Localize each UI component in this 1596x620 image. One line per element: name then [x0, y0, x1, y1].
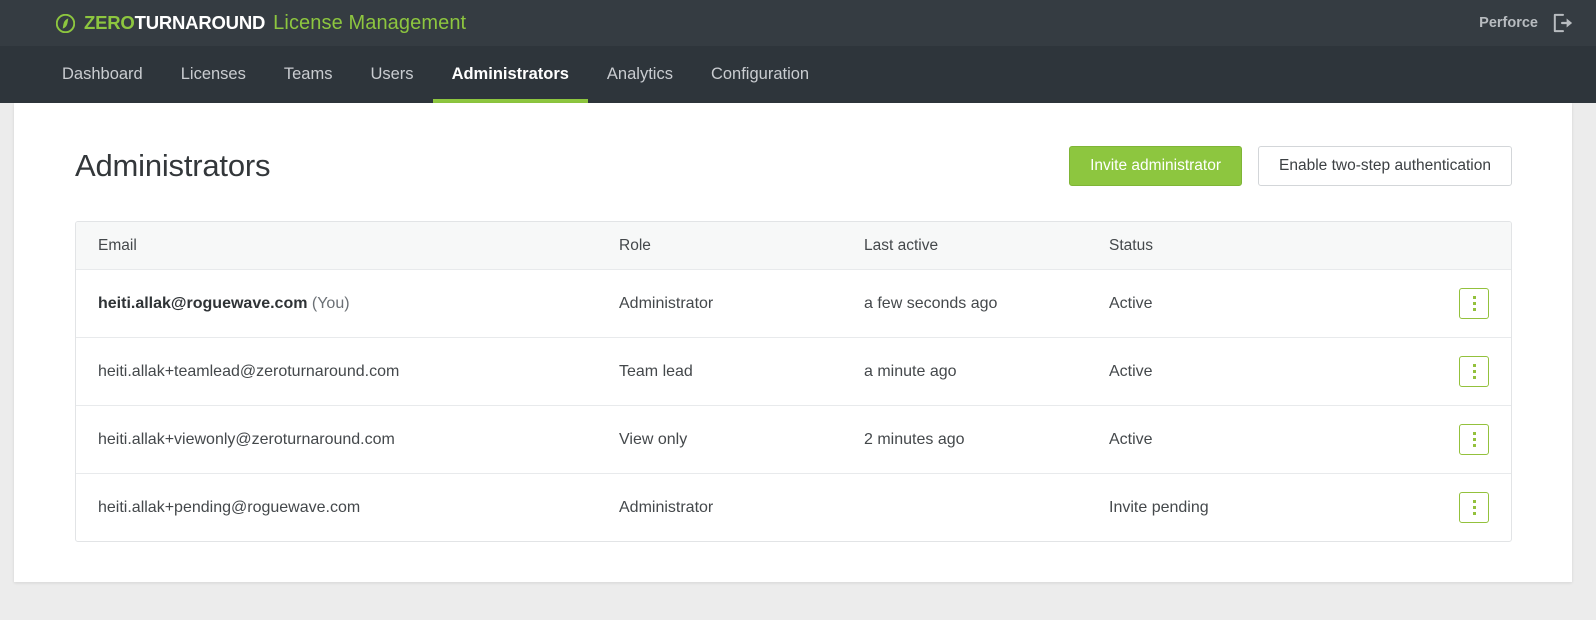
app-title: License Management	[273, 11, 467, 34]
column-header-last-active: Last active	[864, 236, 939, 254]
column-header-role: Role	[619, 236, 651, 254]
administrators-table: Email Role Last active Status heiti.alla…	[75, 221, 1512, 542]
page-header-actions: Invite administrator Enable two-step aut…	[1069, 146, 1512, 186]
content-card: Administrators Invite administrator Enab…	[14, 103, 1572, 582]
table-header-row: Email Role Last active Status	[76, 222, 1511, 269]
kebab-menu-icon[interactable]	[1459, 492, 1489, 523]
cell-last-active: a minute ago	[864, 362, 957, 380]
column-header-status: Status	[1109, 236, 1153, 254]
account-name: Perforce	[1479, 15, 1538, 31]
cell-email: heiti.allak@roguewave.com (You)	[76, 295, 619, 313]
nav-item-teams[interactable]: Teams	[265, 46, 352, 103]
cell-email: heiti.allak+teamlead@zeroturnaround.com	[76, 363, 619, 381]
table-row: heiti.allak+teamlead@zeroturnaround.com …	[76, 337, 1511, 405]
invite-administrator-button[interactable]: Invite administrator	[1069, 146, 1243, 186]
nav-item-administrators[interactable]: Administrators	[432, 46, 589, 103]
cell-role: Team lead	[619, 362, 693, 380]
brand-word-turnaround: TURNAROUND	[134, 11, 266, 33]
email-you-tag: (You)	[307, 294, 350, 312]
nav-label: Teams	[283, 65, 333, 83]
cell-role: Administrator	[619, 294, 714, 312]
nav-item-licenses[interactable]: Licenses	[162, 46, 265, 103]
kebab-menu-icon[interactable]	[1459, 424, 1489, 455]
nav-item-dashboard[interactable]: Dashboard	[56, 46, 162, 103]
cell-role: Administrator	[619, 498, 714, 516]
email-text: heiti.allak@roguewave.com	[98, 294, 308, 312]
cell-actions	[1429, 492, 1511, 523]
page-title: Administrators	[75, 148, 271, 183]
cell-status: Invite pending	[1109, 498, 1209, 516]
nav-label: Analytics	[606, 65, 673, 83]
nav-label: Licenses	[180, 65, 246, 83]
table-row: heiti.allak+pending@roguewave.com Admini…	[76, 473, 1511, 541]
cell-actions	[1429, 424, 1511, 455]
brand-wordmark: ZEROTURNAROUND	[84, 11, 266, 33]
cell-status: Active	[1109, 430, 1153, 448]
nav-label: Users	[370, 65, 414, 83]
brand-word-zero: ZERO	[84, 11, 135, 33]
top-brand-bar: ZEROTURNAROUND License Management Perfor…	[0, 0, 1596, 46]
zeroturnaround-leaf-icon	[56, 13, 75, 33]
email-text: heiti.allak+teamlead@zeroturnaround.com	[98, 362, 400, 380]
kebab-menu-icon[interactable]	[1459, 356, 1489, 387]
main-navigation: Dashboard Licenses Teams Users Administr…	[0, 46, 1596, 103]
nav-label: Administrators	[451, 65, 569, 83]
nav-item-analytics[interactable]: Analytics	[588, 46, 692, 103]
email-text: heiti.allak+pending@roguewave.com	[98, 498, 361, 516]
cell-last-active: 2 minutes ago	[864, 430, 965, 448]
brand-logo[interactable]: ZEROTURNAROUND	[56, 11, 266, 33]
nav-label: Dashboard	[62, 65, 143, 83]
table-row: heiti.allak+viewonly@zeroturnaround.com …	[76, 405, 1511, 473]
sign-out-icon[interactable]	[1552, 13, 1574, 33]
enable-two-step-authentication-button[interactable]: Enable two-step authentication	[1258, 146, 1512, 186]
kebab-menu-icon[interactable]	[1459, 288, 1489, 319]
cell-actions	[1429, 288, 1511, 319]
cell-last-active: a few seconds ago	[864, 294, 998, 312]
cell-email: heiti.allak+pending@roguewave.com	[76, 499, 619, 517]
column-header-email: Email	[98, 236, 137, 254]
nav-label: Configuration	[710, 65, 810, 83]
cell-actions	[1429, 356, 1511, 387]
account-area[interactable]: Perforce	[1479, 13, 1574, 33]
cell-email: heiti.allak+viewonly@zeroturnaround.com	[76, 431, 619, 449]
nav-item-users[interactable]: Users	[351, 46, 432, 103]
cell-status: Active	[1109, 294, 1153, 312]
cell-role: View only	[619, 430, 688, 448]
nav-item-configuration[interactable]: Configuration	[692, 46, 828, 103]
email-text: heiti.allak+viewonly@zeroturnaround.com	[98, 430, 395, 448]
table-row: heiti.allak@roguewave.com (You) Administ…	[76, 269, 1511, 337]
cell-status: Active	[1109, 362, 1153, 380]
page-header: Administrators Invite administrator Enab…	[75, 143, 1512, 189]
